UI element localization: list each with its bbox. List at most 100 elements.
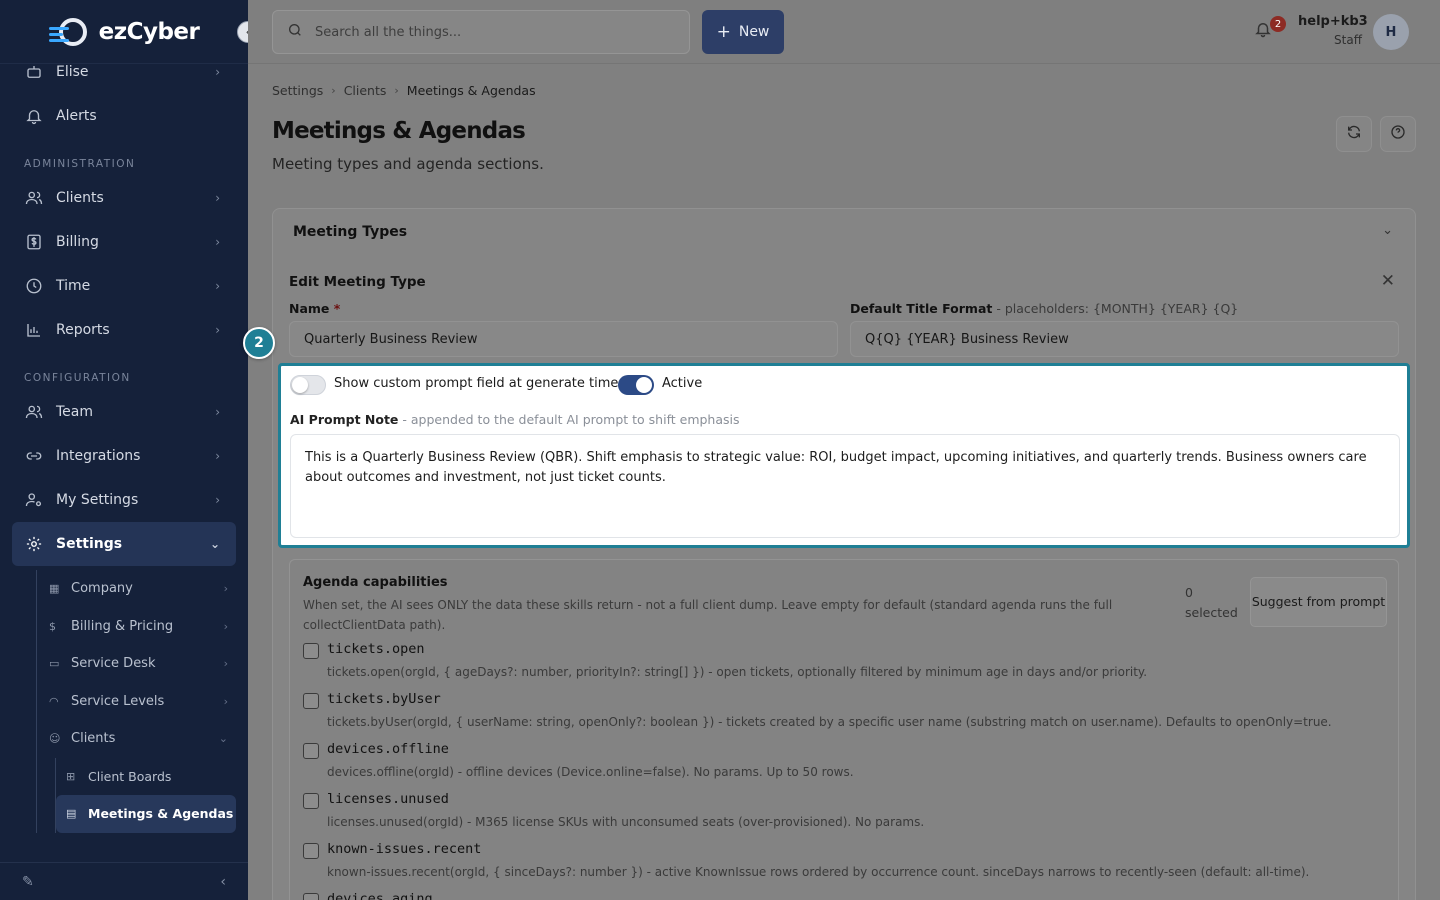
chevron-right-icon: › (223, 582, 228, 596)
selected-count: 0 selected (1185, 585, 1238, 620)
sidebar-item-label: Settings (56, 536, 123, 552)
sidebar-item-time[interactable]: Time › (0, 264, 248, 308)
skill-name: known-issues.recent (327, 841, 482, 857)
sidebar-item-label: Billing (56, 234, 99, 250)
skill-checkbox[interactable] (303, 843, 319, 859)
agenda-capabilities-panel: Agenda capabilities When set, the AI see… (289, 559, 1399, 900)
submenu-item-billing-pricing[interactable]: $ Billing & Pricing › (37, 608, 248, 646)
sidebar-item-label: Clients (56, 190, 104, 206)
skill-checkbox[interactable] (303, 643, 319, 659)
skill-description: tickets.open(orgId, { ageDays?: number, … (327, 665, 1148, 679)
submenu-item-service-desk[interactable]: ▭ Service Desk › (37, 645, 248, 683)
skill-name: devices.aging (327, 891, 433, 900)
plus-icon: + (716, 22, 731, 42)
skill-name: tickets.open (327, 641, 425, 657)
breadcrumb-settings[interactable]: Settings (272, 83, 323, 98)
sidebar-item-reports[interactable]: Reports › (0, 308, 248, 352)
submenu-item-label: Client Boards (88, 768, 172, 784)
breadcrumb-clients[interactable]: Clients (344, 83, 387, 98)
skill-description: tickets.byUser(orgId, { userName: string… (327, 715, 1332, 729)
title-format-field[interactable] (850, 321, 1399, 357)
submenu-item-company[interactable]: ▦ Company › (37, 570, 248, 608)
search-box[interactable] (272, 10, 690, 54)
chevron-right-icon: › (331, 84, 336, 97)
skill-checkbox[interactable] (303, 893, 319, 900)
sidebar-collapse-button[interactable]: ‹ (237, 21, 248, 43)
skill-name: tickets.byUser (327, 691, 441, 707)
clock-icon (24, 276, 44, 296)
submenu-item-label: Company (71, 581, 133, 597)
gear-icon (24, 534, 44, 554)
sidebar-item-alerts[interactable]: Alerts (0, 94, 248, 138)
refresh-button[interactable] (1336, 116, 1372, 152)
chevron-right-icon: › (215, 65, 220, 79)
skill-checkbox[interactable] (303, 743, 319, 759)
help-circle-icon (1390, 124, 1406, 144)
chevron-down-icon: ⌄ (209, 537, 220, 551)
sidebar-item-billing[interactable]: Billing › (0, 220, 248, 264)
skill-checkbox[interactable] (303, 693, 319, 709)
top-bar: + New 2 help+kb3 Staff H (248, 0, 1440, 64)
new-button-label: New (738, 24, 770, 40)
sidebar-item-my-settings[interactable]: My Settings › (0, 478, 248, 522)
clients-submenu: ⊞ Client Boards ▤ Meetings & Agendas (55, 757, 248, 833)
name-label: Name * (289, 301, 341, 316)
pencil-icon[interactable]: ✎ (22, 874, 34, 890)
submenu-item-meetings-agendas[interactable]: ▤ Meetings & Agendas (56, 795, 236, 833)
chevron-right-icon: › (223, 619, 228, 633)
users-icon (24, 188, 44, 208)
meeting-types-header[interactable]: Meeting Types (293, 224, 407, 240)
sidebar-item-team[interactable]: Team › (0, 390, 248, 434)
close-icon[interactable]: ✕ (1381, 271, 1395, 291)
chevron-right-icon: › (215, 235, 220, 249)
name-field[interactable] (289, 321, 838, 357)
brand-logo[interactable]: ezCyber (48, 17, 200, 47)
skill-description: known-issues.recent(orgId, { sinceDays?:… (327, 865, 1310, 879)
sidebar-item-settings[interactable]: Settings ⌄ (12, 522, 236, 566)
skill-checkbox[interactable] (303, 793, 319, 809)
ai-prompt-textarea[interactable]: This is a Quarterly Business Review (QBR… (290, 434, 1400, 538)
chevron-right-icon: › (215, 493, 220, 507)
chevron-left-icon[interactable]: ‹ (220, 874, 226, 890)
sidebar-item-clients[interactable]: Clients › (0, 176, 248, 220)
chart-icon (24, 320, 44, 340)
settings-submenu: ▦ Company › $ Billing & Pricing › ▭ Serv… (36, 570, 248, 833)
new-button[interactable]: + New (702, 10, 784, 54)
search-icon (287, 22, 303, 42)
chevron-right-icon: › (215, 191, 220, 205)
chevron-right-icon: › (223, 694, 228, 708)
notifications-button[interactable]: 2 (1254, 16, 1286, 42)
chevron-down-icon: ⌄ (218, 732, 228, 746)
help-button[interactable] (1380, 116, 1416, 152)
sidebar-item-label: My Settings (56, 492, 139, 508)
ai-prompt-label: AI Prompt Note - appended to the default… (290, 412, 740, 427)
chevron-right-icon: › (215, 323, 220, 337)
submenu-item-clients[interactable]: ☺ Clients ⌄ (37, 720, 248, 758)
submenu-item-label: Service Desk (71, 656, 156, 672)
refresh-icon (1346, 124, 1362, 144)
bell-icon (24, 106, 44, 126)
avatar[interactable]: H (1373, 14, 1409, 50)
sidebar-nav: Elise › Alerts ADMINISTRATION Clients › … (0, 50, 248, 833)
brand-name: ezCyber (98, 18, 200, 45)
skill-name: licenses.unused (327, 791, 449, 807)
submenu-item-service-levels[interactable]: ◠ Service Levels › (37, 683, 248, 721)
users-icon: ☺ (49, 732, 61, 746)
dollar-icon (24, 232, 44, 252)
suggest-from-prompt-button[interactable]: Suggest from prompt (1250, 577, 1387, 627)
nav-section-administration: ADMINISTRATION (24, 158, 136, 170)
brand-header: ezCyber ‹ (0, 0, 248, 64)
sidebar-item-label: Reports (56, 322, 110, 338)
active-toggle[interactable] (618, 375, 654, 395)
user-info[interactable]: help+kb3 Staff (1298, 14, 1368, 47)
ticket-icon: ▭ (49, 657, 60, 671)
breadcrumb: Settings › Clients › Meetings & Agendas (272, 83, 536, 98)
custom-prompt-toggle[interactable] (290, 375, 326, 395)
calendar-icon: ▤ (66, 807, 77, 821)
link-icon (24, 446, 44, 466)
submenu-item-client-boards[interactable]: ⊞ Client Boards (56, 758, 248, 796)
search-input[interactable] (315, 24, 675, 40)
chevron-down-icon[interactable]: ⌄ (1382, 223, 1393, 238)
sidebar-item-integrations[interactable]: Integrations › (0, 434, 248, 478)
step-badge: 2 (243, 327, 275, 359)
